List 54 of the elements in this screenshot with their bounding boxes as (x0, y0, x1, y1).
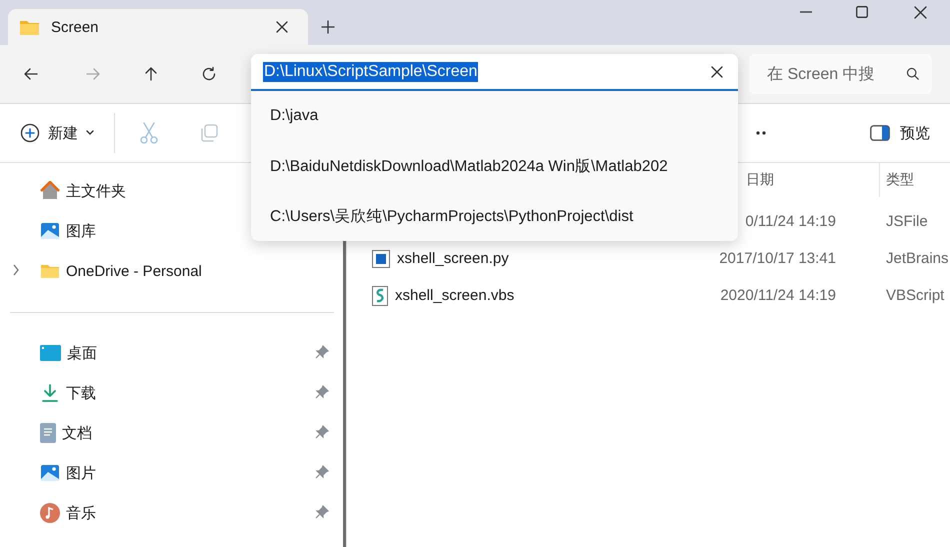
sidebar-item[interactable]: 主文件夹 (0, 171, 240, 211)
sidebar-item[interactable]: 文档 (0, 413, 343, 453)
type-cell: VBScript (886, 287, 944, 304)
sidebar-item[interactable]: 音乐 (0, 493, 343, 533)
copy-icon (200, 124, 218, 142)
close-icon (914, 6, 926, 18)
more-icon (756, 131, 766, 135)
sidebar-item[interactable]: 图库 (0, 211, 240, 251)
refresh-icon (201, 66, 217, 82)
date-cell-text: 0/11/24 14:19 (744, 213, 836, 230)
search-field[interactable]: 在 Screen 中搜 (749, 54, 932, 94)
type-cell: JSFile (886, 213, 928, 230)
search-icon (906, 67, 920, 81)
sidebar-item[interactable]: 图片 (0, 453, 343, 493)
desktop-icon (40, 345, 61, 361)
new-button[interactable]: 新建 (20, 123, 94, 143)
document-icon (40, 423, 56, 443)
type-cell: JetBrains (886, 250, 949, 267)
gallery-icon (40, 221, 60, 241)
suggestion-item[interactable]: D:\java (251, 91, 738, 141)
chevron-down-icon (86, 130, 94, 136)
sidebar-item[interactable]: 下载 (0, 373, 343, 413)
maximize-icon (856, 6, 868, 18)
back-arrow-icon (23, 66, 39, 82)
forward-arrow-icon (85, 66, 101, 82)
sidebar-item[interactable]: 桌面 (0, 333, 343, 373)
date-cell-text: 2017/10/17 13:41 (718, 250, 836, 267)
sidebar-item[interactable]: OneDrive - Personal (0, 251, 240, 291)
up-arrow-icon (143, 66, 159, 82)
file-name[interactable]: xshell_screen.vbs (395, 287, 514, 304)
date-cell-text: 2020/11/24 14:19 (719, 287, 836, 304)
plus-icon (321, 20, 335, 34)
column-header[interactable]: 类型 (880, 163, 950, 197)
tab-title: Screen (51, 18, 100, 36)
preview-pane-icon (870, 125, 890, 141)
download-icon (40, 383, 60, 403)
close-icon (275, 20, 289, 34)
file-name[interactable]: xshell_screen.py (397, 250, 509, 267)
window-tab[interactable]: Screen (8, 9, 308, 45)
folder-icon (20, 20, 39, 34)
music-icon (40, 503, 60, 523)
picture-icon (40, 463, 60, 483)
column-header[interactable]: 日期 (706, 163, 880, 197)
scissors-icon (140, 122, 158, 144)
address-field[interactable]: D:\Linux\ScriptSample\Screen (251, 54, 738, 91)
python-file-icon (372, 250, 390, 268)
minimize-icon (800, 11, 812, 13)
script-file-icon (372, 286, 388, 306)
plus-circle-icon (20, 123, 40, 143)
preview-button[interactable]: 预览 (870, 124, 930, 142)
home-icon (40, 181, 60, 201)
address-text: D:\Linux\ScriptSample\Screen (263, 62, 478, 82)
folder-icon (40, 262, 60, 280)
close-icon (711, 66, 723, 78)
